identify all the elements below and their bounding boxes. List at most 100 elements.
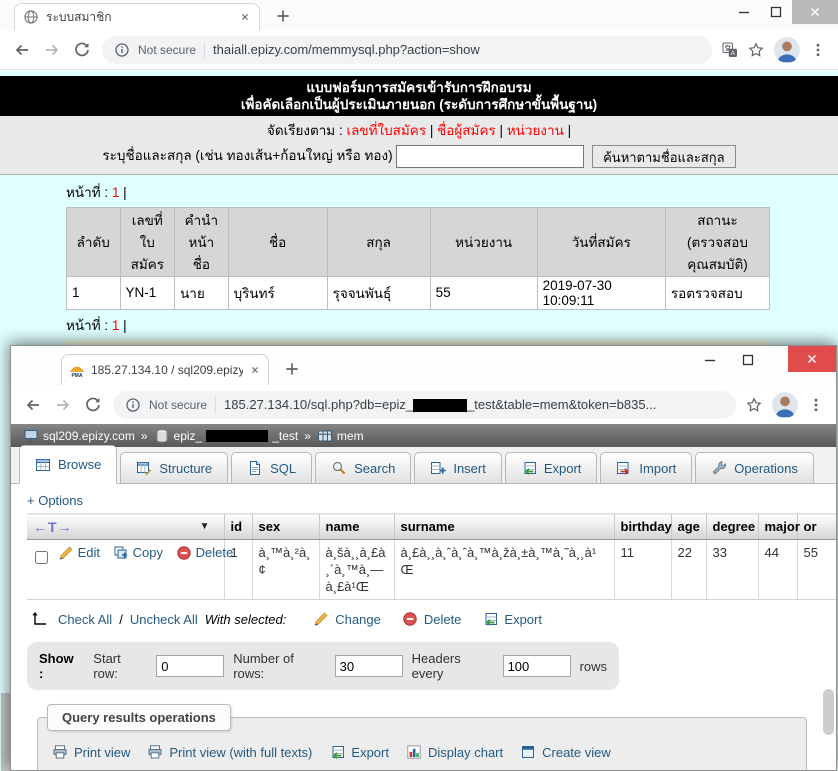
breadcrumb-table[interactable]: mem [317, 428, 364, 444]
col-application-no: เลขที่ ใบสมัคร [120, 207, 175, 276]
redaction-box [206, 430, 268, 442]
col-organization: หน่วยงาน [430, 207, 537, 276]
printer-icon [52, 744, 68, 760]
col-major[interactable]: major [758, 514, 797, 540]
col-or-clipped[interactable]: or [797, 514, 836, 540]
cell-sex: à¸™à¸²à¸¢ [252, 540, 319, 600]
display-chart-link[interactable]: Display chart [406, 744, 503, 760]
back-icon[interactable] [12, 40, 32, 60]
new-tab-button[interactable] [283, 360, 301, 378]
bookmark-star-icon[interactable] [746, 397, 762, 413]
cell-name: à¸šà¸¸à¸£à¸´à¸™à¸—à¸£à¹Œ [319, 540, 394, 600]
refresh-icon[interactable] [83, 395, 103, 415]
delete-row-action[interactable]: Delete [176, 544, 234, 561]
refresh-icon[interactable] [72, 40, 92, 60]
col-surname[interactable]: surname [394, 514, 614, 540]
pencil-icon [58, 545, 74, 561]
close-button[interactable] [788, 346, 836, 372]
name-search-input[interactable] [396, 145, 584, 168]
browse-icon [35, 457, 51, 473]
print-view-full-link[interactable]: Print view (with full texts) [147, 744, 312, 760]
new-tab-button[interactable] [274, 7, 292, 25]
sort-link-applicant-name[interactable]: ชื่อผู้สมัคร [437, 123, 496, 138]
browser-tab[interactable]: ระบบสมาชิก [14, 3, 260, 30]
forward-icon[interactable] [53, 395, 73, 415]
col-name[interactable]: name [319, 514, 394, 540]
export-link[interactable]: Export [329, 744, 389, 760]
minimize-button[interactable] [694, 348, 726, 372]
tab-export[interactable]: Export [505, 452, 598, 483]
edit-row-action[interactable]: Edit [58, 544, 100, 561]
options-toggle-link[interactable]: + Options [27, 493, 97, 508]
address-bar[interactable]: Not secure 185.27.134.10/sql.php?db=epiz… [113, 391, 736, 419]
tab-browse[interactable]: Browse [19, 445, 117, 484]
tab-search[interactable]: Search [315, 452, 411, 483]
bookmark-star-icon[interactable] [748, 42, 764, 58]
members-header-row: ลำดับ เลขที่ ใบสมัคร คำนำ หน้าชื่อ ชื่อ … [67, 207, 770, 276]
sort-key-widget[interactable]: ←T→ [33, 519, 73, 535]
table-icon [317, 428, 333, 444]
sort-link-application-no[interactable]: เลขที่ใบสมัคร [346, 123, 426, 138]
col-id[interactable]: id [224, 514, 252, 540]
sort-link-organization[interactable]: หน่วยงาน [507, 123, 564, 138]
close-button[interactable] [792, 0, 838, 24]
print-view-link[interactable]: Print view [52, 744, 130, 760]
tab-close-icon[interactable] [249, 364, 261, 376]
tab-close-icon[interactable] [239, 11, 251, 23]
export-selected-button[interactable]: Export [482, 611, 542, 627]
forward-icon[interactable] [42, 40, 62, 60]
page-number-link[interactable]: 1 [112, 185, 120, 200]
col-sex[interactable]: sex [252, 514, 319, 540]
tab-structure[interactable]: Structure [120, 452, 228, 483]
sort-label: จัดเรียงตาม : [267, 123, 343, 138]
browser-tab[interactable]: 185.27.134.10 / sql209.epizy.com [61, 354, 269, 385]
profile-avatar[interactable] [774, 37, 800, 63]
address-bar[interactable]: Not secure thaiall.epizy.com/memmysql.ph… [102, 36, 712, 64]
maximize-button[interactable] [732, 348, 764, 372]
members-table: ลำดับ เลขที่ ใบสมัคร คำนำ หน้าชื่อ ชื่อ … [66, 207, 770, 310]
menu-dots-icon[interactable] [808, 397, 824, 413]
minimize-button[interactable] [728, 0, 760, 24]
headers-every-label: Headers every [412, 651, 494, 681]
rows-label: rows [580, 659, 607, 674]
search-button[interactable]: ค้นหาตามชื่อและสกุล [592, 145, 736, 168]
col-age[interactable]: age [671, 514, 706, 540]
start-row-input[interactable] [156, 655, 224, 677]
create-view-link[interactable]: Create view [520, 744, 611, 760]
back-icon[interactable] [23, 395, 43, 415]
translate-icon[interactable] [722, 42, 738, 58]
change-selected-button[interactable]: Change [313, 611, 381, 627]
info-icon[interactable] [125, 397, 141, 413]
query-results-operations-fieldset: Query results operations Print view Prin… [37, 717, 807, 770]
info-icon[interactable] [114, 42, 130, 58]
maximize-button[interactable] [760, 0, 792, 24]
num-rows-input[interactable] [335, 655, 403, 677]
server-icon [23, 428, 39, 444]
headers-every-input[interactable] [503, 655, 571, 677]
delete-selected-button[interactable]: Delete [402, 611, 462, 627]
menu-dots-icon[interactable] [810, 42, 826, 58]
sort-direction-icon[interactable]: ▼ [200, 521, 210, 532]
tab-sql[interactable]: SQL [231, 452, 312, 483]
tab-import[interactable]: Import [600, 452, 692, 483]
cell-birthday: 11 [614, 540, 671, 600]
profile-avatar[interactable] [772, 392, 798, 418]
page-number-link[interactable]: 1 [112, 318, 120, 333]
tab-operations[interactable]: Operations [695, 452, 814, 483]
scrollbar-fragment[interactable] [1, 693, 10, 771]
breadcrumb-server[interactable]: sql209.epizy.com [23, 428, 135, 444]
cell-degree: 33 [706, 540, 758, 600]
url-suffix: _test&table=mem&token=b835... [467, 397, 656, 412]
scrollbar-thumb[interactable] [823, 689, 834, 735]
col-degree[interactable]: degree [706, 514, 758, 540]
uncheck-all-link[interactable]: Uncheck All [130, 612, 198, 627]
copy-row-action[interactable]: Copy [113, 544, 163, 561]
row-checkbox[interactable] [35, 551, 48, 564]
col-title-prefix: คำนำ หน้าชื่อ [175, 207, 229, 276]
col-birthday[interactable]: birthday [614, 514, 671, 540]
sql-icon [247, 460, 263, 476]
cell-first-name: บุรินทร์ [228, 276, 327, 309]
breadcrumb-database[interactable]: epiz__test [154, 428, 299, 444]
tab-insert[interactable]: Insert [414, 452, 502, 483]
check-all-link[interactable]: Check All [58, 612, 112, 627]
